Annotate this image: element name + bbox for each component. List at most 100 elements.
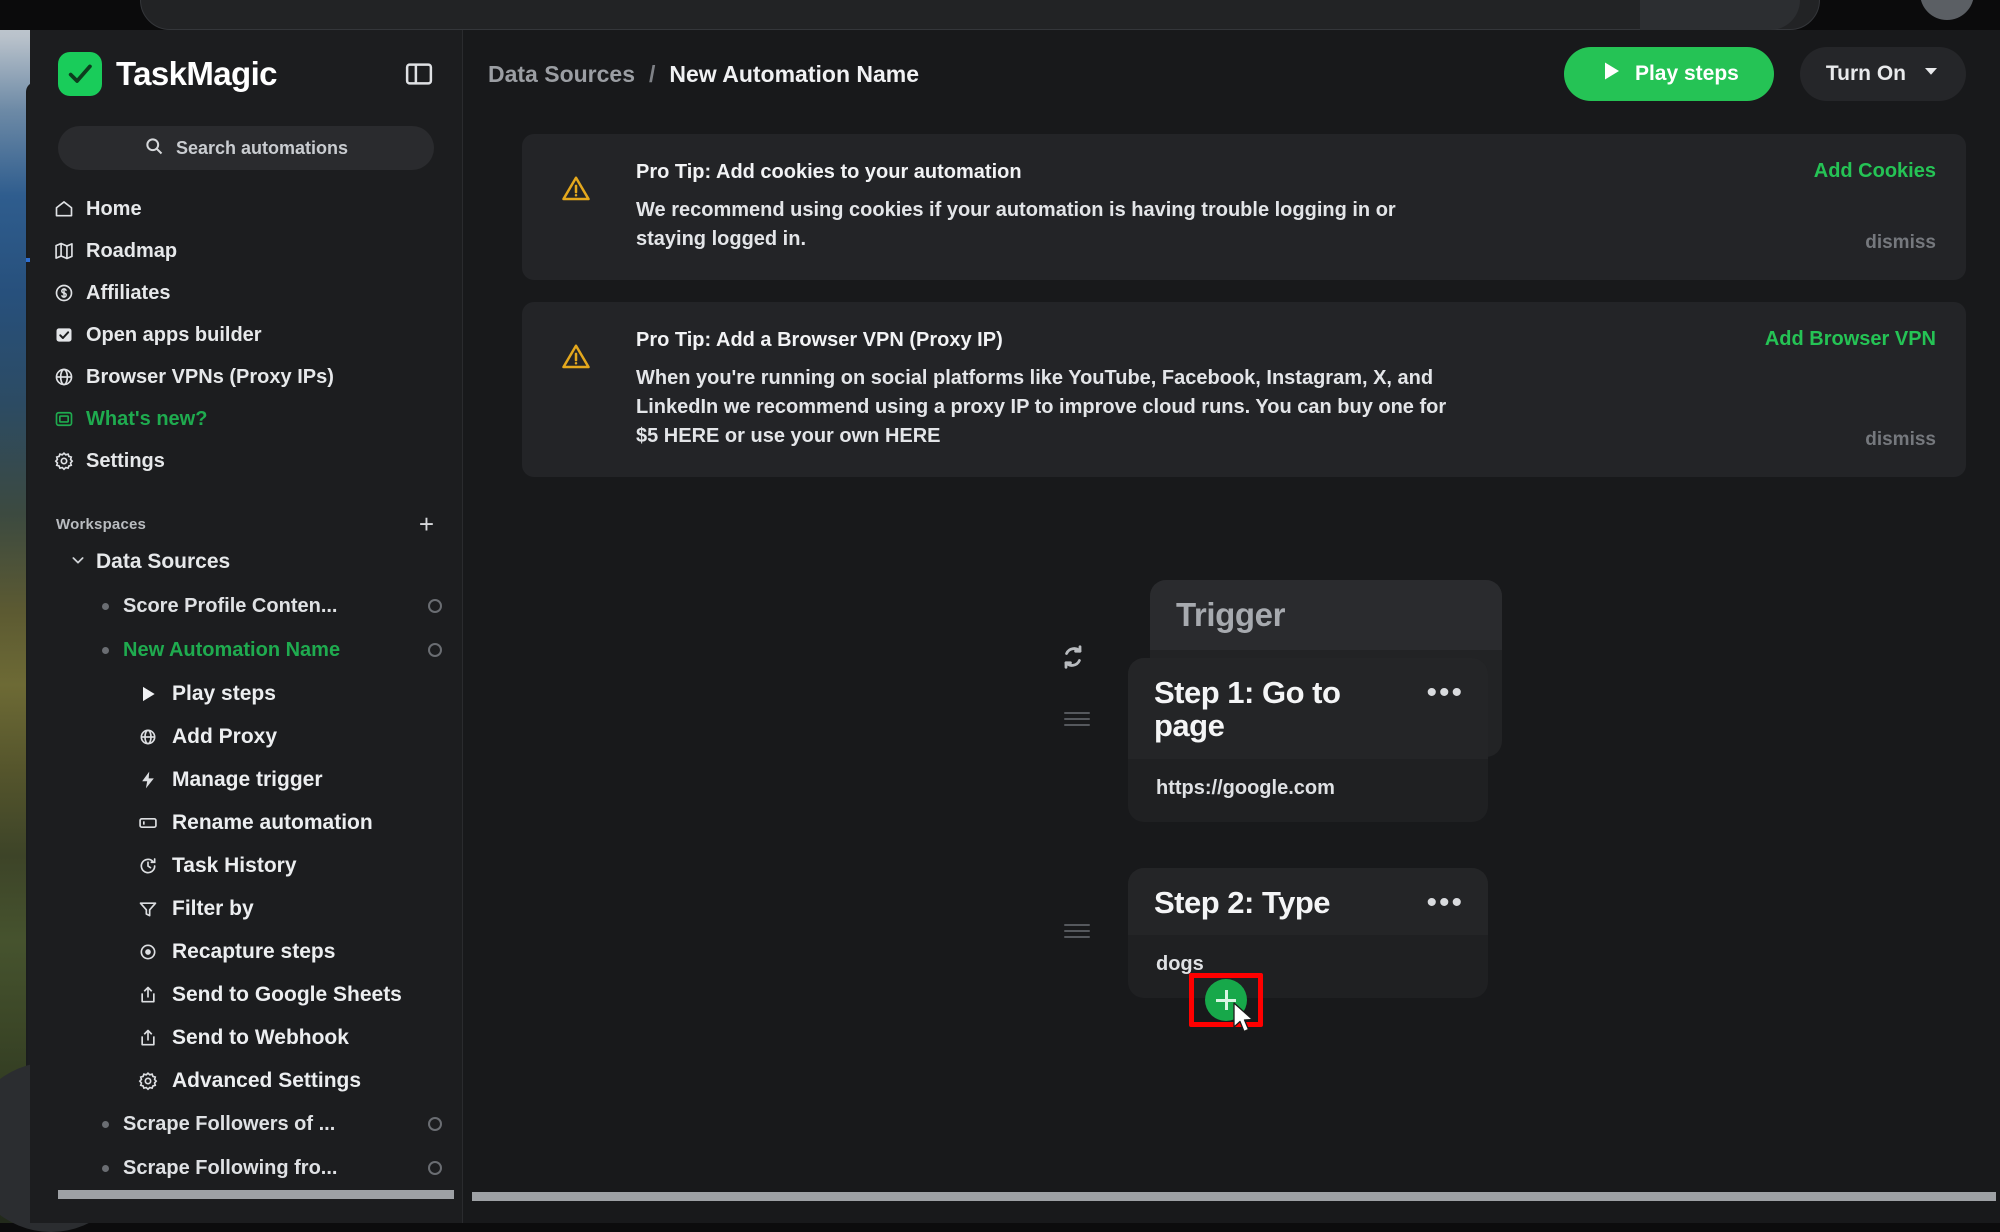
automation-canvas[interactable]: Trigger Click to edit your webhook trigg… — [464, 518, 2000, 1223]
sidebar-item-browser-vpns[interactable]: Browser VPNs (Proxy IPs) — [30, 356, 462, 398]
dismiss-link[interactable]: dismiss — [1865, 232, 1936, 254]
topbar: Data Sources / New Automation Name Play … — [464, 30, 2000, 118]
gear-icon[interactable] — [428, 1117, 442, 1131]
banner-actions: Add Cookies dismiss — [1706, 160, 1936, 254]
sidebar-item-label: What's new? — [86, 407, 208, 430]
action-rename-automation[interactable]: Rename automation — [30, 801, 462, 844]
sidebar-item-affiliates[interactable]: Affiliates — [30, 272, 462, 314]
add-browser-vpn-link[interactable]: Add Browser VPN — [1765, 328, 1936, 351]
action-label: Recapture steps — [172, 939, 336, 963]
chevron-down-icon — [1922, 62, 1940, 86]
workspace-group-data-sources[interactable]: Data Sources — [30, 540, 462, 584]
ellipsis-icon[interactable]: ••• — [1426, 676, 1464, 708]
plus-icon[interactable] — [1205, 979, 1247, 1021]
drag-handle-icon[interactable] — [1064, 918, 1090, 944]
bullet-icon — [102, 1120, 109, 1128]
step-title: Step 2: Type — [1154, 885, 1331, 920]
action-label: Send to Google Sheets — [172, 982, 402, 1006]
automation-item-new-automation-name[interactable]: New Automation Name — [30, 628, 462, 672]
banner-title: Pro Tip: Add a Browser VPN (Proxy IP) — [636, 329, 1003, 351]
action-filter-by[interactable]: Filter by — [30, 887, 462, 930]
share-icon — [138, 985, 158, 1005]
play-steps-button[interactable]: Play steps — [1563, 47, 1774, 101]
brand-name: TaskMagic — [116, 55, 277, 92]
gear-icon[interactable] — [428, 599, 442, 613]
add-cookies-link[interactable]: Add Cookies — [1814, 160, 1936, 183]
brand-row: TaskMagic — [30, 30, 462, 118]
app-window: TaskMagic Search automations Home Roadma… — [30, 30, 2000, 1223]
action-recapture-steps[interactable]: Recapture steps — [30, 930, 462, 973]
dismiss-link[interactable]: dismiss — [1865, 429, 1936, 451]
chevron-down-icon — [70, 550, 86, 574]
panel-toggle-icon[interactable] — [404, 59, 434, 89]
drag-handle-icon[interactable] — [1064, 706, 1090, 732]
search-input[interactable]: Search automations — [58, 126, 434, 170]
play-icon — [138, 684, 158, 704]
action-label: Rename automation — [172, 810, 373, 834]
turn-on-dropdown[interactable]: Turn On — [1799, 47, 1966, 101]
breadcrumb-parent[interactable]: Data Sources — [488, 61, 635, 88]
sidebar-item-settings[interactable]: Settings — [30, 440, 462, 482]
breadcrumb: Data Sources / New Automation Name — [488, 61, 919, 88]
browser-profile-avatar[interactable] — [1920, 0, 1974, 20]
step-value: https://google.com — [1156, 776, 1335, 799]
action-send-to-webhook[interactable]: Send to Webhook — [30, 1016, 462, 1059]
plus-icon[interactable]: + — [419, 511, 434, 537]
banner-body: Pro Tip: Add cookies to your automation … — [596, 160, 1706, 254]
step-card-1[interactable]: Step 1: Go to page ••• https://google.co… — [1128, 658, 1488, 822]
sidebar: TaskMagic Search automations Home Roadma… — [30, 30, 463, 1223]
action-task-history[interactable]: Task History — [30, 844, 462, 887]
sidebar-item-whats-new[interactable]: What's new? — [30, 398, 462, 440]
rename-icon — [138, 813, 158, 833]
sidebar-item-roadmap[interactable]: Roadmap — [30, 230, 462, 272]
automation-item-scrape-followers[interactable]: Scrape Followers of ... — [30, 1102, 462, 1146]
action-label: Task History — [172, 853, 297, 877]
ellipsis-icon[interactable]: ••• — [1426, 886, 1464, 918]
gear-icon[interactable] — [428, 1161, 442, 1175]
action-send-to-google-sheets[interactable]: Send to Google Sheets — [30, 973, 462, 1016]
action-play-steps[interactable]: Play steps — [30, 672, 462, 715]
globe-icon — [138, 727, 158, 747]
step-card-2[interactable]: Step 2: Type ••• dogs — [1128, 868, 1488, 999]
automation-item-score-profile[interactable]: Score Profile Conten... — [30, 584, 462, 628]
gear-icon[interactable] — [428, 643, 442, 657]
banner-text: We recommend using cookies if your autom… — [636, 199, 1396, 250]
automation-label: Scrape Followers of ... — [123, 1112, 336, 1135]
banner-body: Pro Tip: Add a Browser VPN (Proxy IP) Wh… — [596, 328, 1706, 451]
sidebar-item-open-apps-builder[interactable]: Open apps builder — [30, 314, 462, 356]
workspace-group-label: Data Sources — [96, 550, 231, 573]
workspaces-title: Workspaces — [56, 515, 147, 533]
refresh-icon[interactable] — [1056, 640, 1090, 674]
filter-icon — [138, 899, 158, 919]
banner-add-browser-vpn: Pro Tip: Add a Browser VPN (Proxy IP) Wh… — [522, 302, 1966, 477]
add-step-node[interactable] — [1189, 973, 1263, 1027]
news-icon — [54, 409, 74, 429]
search-placeholder-label: Search automations — [175, 137, 349, 158]
action-add-proxy[interactable]: Add Proxy — [30, 715, 462, 758]
sidebar-item-label: Home — [86, 197, 142, 220]
action-advanced-settings[interactable]: Advanced Settings — [30, 1059, 462, 1102]
bullet-icon — [102, 602, 109, 610]
app-check-icon — [54, 325, 74, 345]
turn-on-label: Turn On — [1825, 62, 1906, 85]
automation-item-scrape-following[interactable]: Scrape Following fro... — [30, 1146, 462, 1190]
sidebar-item-label: Open apps builder — [86, 323, 262, 346]
browser-url-bar-action[interactable] — [1640, 0, 1800, 30]
play-icon — [1599, 59, 1623, 89]
sidebar-item-label: Browser VPNs (Proxy IPs) — [86, 365, 334, 388]
check-badge-icon — [58, 52, 102, 96]
sidebar-horizontal-scrollbar[interactable] — [58, 1190, 454, 1199]
action-manage-trigger[interactable]: Manage trigger — [30, 758, 462, 801]
bolt-icon — [138, 770, 158, 790]
action-label: Manage trigger — [172, 767, 323, 791]
sidebar-item-label: Settings — [86, 449, 165, 472]
canvas-horizontal-scrollbar[interactable] — [472, 1192, 1996, 1201]
workspaces-header: Workspaces + — [30, 508, 462, 540]
sidebar-item-label: Affiliates — [86, 281, 171, 304]
banner-text: When you're running on social platforms … — [636, 367, 1447, 447]
sidebar-item-home[interactable]: Home — [30, 188, 462, 230]
banner-title: Pro Tip: Add cookies to your automation — [636, 161, 1022, 183]
record-icon — [138, 942, 158, 962]
breadcrumb-separator: / — [649, 60, 656, 87]
browser-url-bar[interactable] — [140, 0, 1820, 30]
